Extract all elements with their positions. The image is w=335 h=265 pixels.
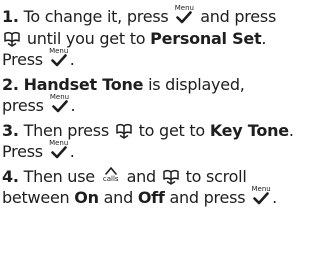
step-number: 3.: [2, 120, 19, 140]
step-text: to get to: [138, 120, 206, 140]
step-text: .: [70, 96, 76, 115]
step-text: To change it, press: [23, 7, 169, 26]
calls-key-label: calls: [102, 174, 119, 183]
step-4-line-1: 4. Then use calls and to scroll: [0, 166, 335, 188]
step-text: and press: [169, 188, 246, 207]
step-text: .: [272, 188, 277, 207]
step-3-line-2: Press Menu .: [0, 139, 335, 163]
step-text: Then press: [23, 120, 110, 140]
step-text: until you get to: [26, 28, 146, 48]
phonebook-icon: [116, 123, 132, 139]
step-text: press: [2, 96, 44, 115]
phonebook-icon: [4, 31, 20, 47]
step-2-line-1: 2. Handset Tone is displayed,: [0, 74, 335, 96]
phonebook-icon: [163, 169, 179, 185]
instructions-document: 1. To change it, press Menu and press un…: [0, 0, 335, 265]
menu-key-icon: Menu: [49, 47, 69, 68]
step-text: .: [288, 120, 294, 140]
target-setting: Personal Set: [150, 28, 262, 48]
target-setting: Handset Tone: [23, 74, 144, 94]
checkmark-icon: [253, 192, 269, 205]
step-text: .: [69, 142, 75, 161]
step-text: .: [261, 28, 267, 48]
step-1-line-1: 1. To change it, press Menu and press: [0, 4, 335, 28]
checkmark-icon: [50, 146, 67, 159]
checkmark-icon: [176, 11, 193, 24]
step-text: Press: [2, 142, 43, 161]
step-number: 2.: [2, 74, 19, 94]
step-text: is displayed,: [148, 74, 245, 94]
calls-key-icon: calls: [101, 166, 121, 185]
step-text: between: [2, 188, 70, 207]
checkmark-icon: [50, 54, 67, 67]
step-text: Then use: [23, 166, 96, 186]
target-setting: Key Tone: [209, 120, 289, 140]
step-text: Press: [2, 50, 43, 69]
option-off: Off: [137, 188, 165, 207]
step-text: and: [103, 188, 134, 207]
menu-key-icon: Menu: [174, 4, 194, 25]
step-3-line-1: 3. Then press to get to Key Tone.: [0, 120, 335, 142]
menu-key-icon: Menu: [50, 93, 70, 114]
step-number: 4.: [2, 166, 19, 186]
step-1-line-3: Press Menu .: [0, 47, 335, 71]
checkmark-icon: [51, 100, 68, 113]
step-1-line-2: until you get to Personal Set.: [0, 28, 335, 50]
step-text: and press: [200, 7, 277, 26]
step-text: to scroll: [185, 166, 247, 186]
menu-key-icon: Menu: [49, 139, 69, 160]
option-on: On: [74, 188, 99, 207]
step-text: .: [69, 50, 75, 69]
step-text: and: [126, 166, 157, 186]
step-2-line-2: press Menu .: [0, 93, 335, 117]
step-number: 1.: [2, 7, 19, 26]
step-4-line-2: between On and Off and press Menu .: [0, 185, 335, 209]
menu-key-icon: Menu: [251, 185, 271, 206]
